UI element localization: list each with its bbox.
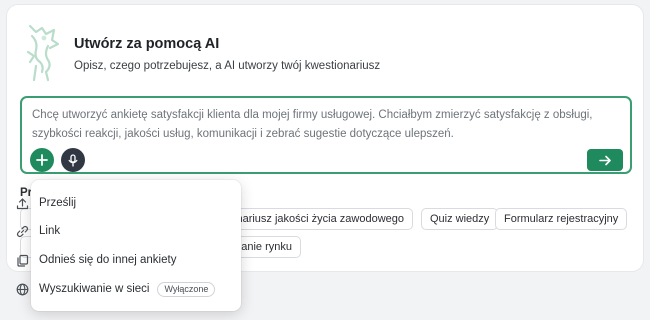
suggestion-chip[interactable]: westionariusz jakości życia zawodowego <box>205 208 413 230</box>
prompt-text[interactable]: Chcę utworzyć ankietę satysfakcji klient… <box>32 106 622 144</box>
page-subtitle: Opisz, czego potrzebujesz, a AI utworzy … <box>74 60 381 72</box>
upload-icon <box>16 197 29 209</box>
menu-item-label: Prześlij <box>39 197 77 209</box>
menu-item-web-search[interactable]: Wyszukiwanie w sieci Wyłączone <box>16 280 216 298</box>
submit-button[interactable] <box>587 149 623 171</box>
menu-item-link[interactable]: Link <box>16 222 60 240</box>
status-badge: Wyłączone <box>157 281 216 297</box>
menu-item-label: Wyszukiwanie w sieci <box>39 283 150 295</box>
link-icon <box>16 225 29 237</box>
copy-icon <box>17 254 29 267</box>
voice-input-button[interactable] <box>61 148 85 172</box>
globe-icon <box>16 283 29 295</box>
menu-item-label: Link <box>39 225 61 237</box>
add-attachment-button[interactable] <box>30 148 54 172</box>
ai-mascot-logo <box>26 24 60 82</box>
prompt-textarea[interactable]: Chcę utworzyć ankietę satysfakcji klient… <box>20 96 632 174</box>
suggestion-chip[interactable]: Quiz wiedzy <box>421 208 499 230</box>
menu-item-upload[interactable]: Prześlij <box>16 194 76 212</box>
suggestion-chip[interactable]: Formularz rejestracyjny <box>495 208 628 230</box>
menu-item-label: Odnieś się do innej ankiety <box>39 254 177 266</box>
arrow-right-icon <box>598 155 611 165</box>
page-title: Utwórz za pomocą AI <box>74 36 220 52</box>
plus-icon <box>36 154 48 166</box>
microphone-icon <box>68 153 78 167</box>
menu-item-reference-survey[interactable]: Odnieś się do innej ankiety <box>16 251 176 269</box>
